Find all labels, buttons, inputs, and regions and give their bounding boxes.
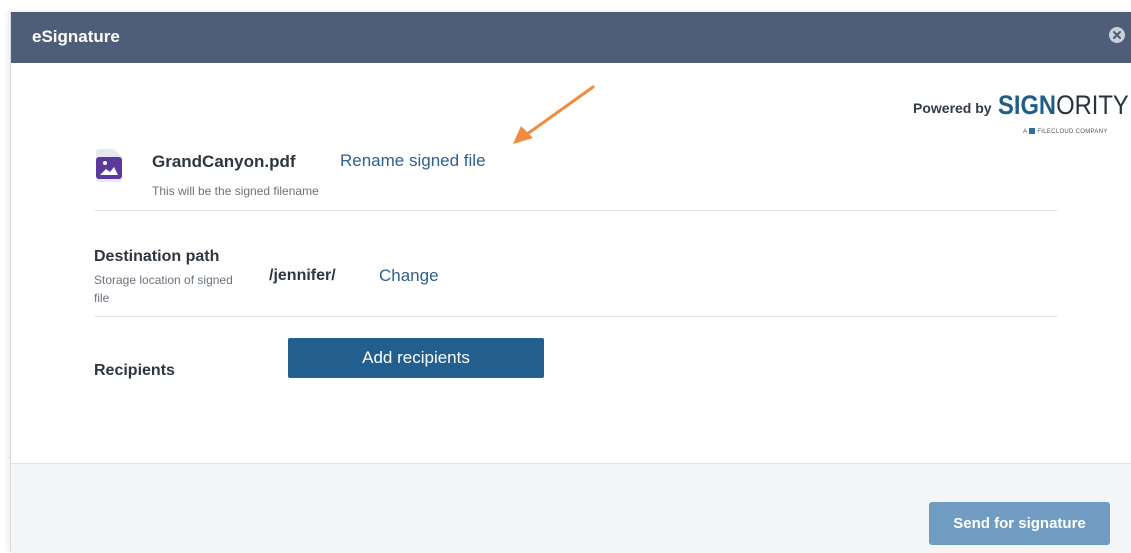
destination-path-hint: Storage location of signed file bbox=[94, 273, 233, 305]
divider bbox=[94, 210, 1058, 211]
signority-logo: SIGNORITY bbox=[998, 90, 1129, 121]
destination-path-value: /jennifer/ bbox=[269, 267, 336, 284]
brand-sub-prefix: A bbox=[1023, 129, 1028, 135]
brand-subtitle: A FILECLOUD COMPANY bbox=[1023, 128, 1108, 135]
powered-by-signority: Powered by SIGNORITY A FILECLOUD COMPANY bbox=[913, 90, 1129, 140]
brand-light: ORITY bbox=[1056, 90, 1129, 120]
destination-path-label: Destination path bbox=[94, 248, 220, 265]
dialog-title: eSignature bbox=[32, 27, 120, 46]
esignature-dialog: eSignature Powered by SIGNORITY A FILECLO… bbox=[10, 12, 1131, 553]
rename-signed-file-link[interactable]: Rename signed file bbox=[340, 151, 486, 171]
powered-by-label: Powered by bbox=[913, 100, 992, 116]
close-icon[interactable] bbox=[1109, 27, 1125, 43]
send-for-signature-button[interactable]: Send for signature bbox=[929, 502, 1110, 545]
file-name: GrandCanyon.pdf bbox=[152, 152, 296, 171]
divider bbox=[94, 316, 1058, 317]
image-file-icon bbox=[96, 149, 122, 182]
brand-strong: SIGN bbox=[998, 90, 1057, 120]
recipients-label: Recipients bbox=[94, 362, 175, 379]
change-destination-link[interactable]: Change bbox=[379, 266, 439, 286]
dialog-header: eSignature bbox=[11, 12, 1131, 63]
add-recipients-button[interactable]: Add recipients bbox=[288, 338, 544, 378]
file-name-hint: This will be the signed filename bbox=[152, 184, 319, 198]
filecloud-mark-icon bbox=[1029, 128, 1036, 134]
dialog-footer: Send for signature bbox=[11, 463, 1131, 553]
annotation-arrow-icon bbox=[513, 85, 595, 144]
brand-sub-company: FILECLOUD COMPANY bbox=[1037, 129, 1108, 135]
